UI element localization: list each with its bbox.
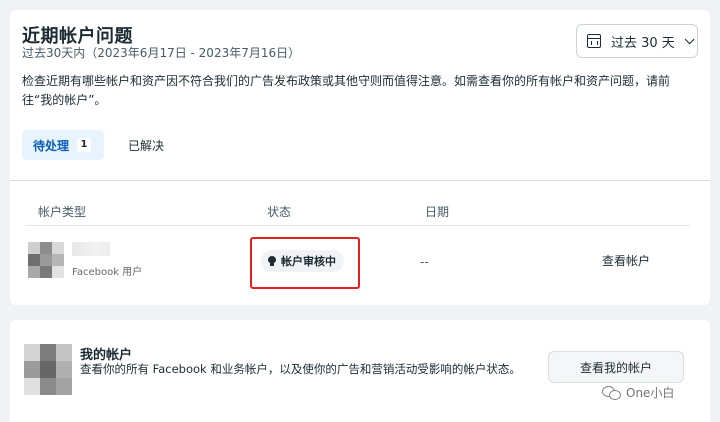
pending-count-badge: 1 — [77, 138, 92, 152]
tab-pending[interactable]: 待处理 1 — [22, 130, 104, 160]
view-my-account-button[interactable]: 查看我的帐户 — [548, 351, 684, 383]
tab-resolved-label: 已解决 — [128, 138, 165, 153]
avatar — [28, 242, 64, 278]
watermark: One小白 — [602, 384, 674, 401]
recent-issues-card: 近期帐户问题 过去30天内（2023年6月17日 - 2023年7月16日） 过… — [10, 10, 710, 305]
account-type-value: Facebook 用户 — [72, 267, 143, 278]
avatar — [24, 344, 72, 395]
issues-description: 检查近期有哪些帐户和资产因不符合我们的广告发布政策或其他守则而值得注意。如需查看… — [22, 74, 671, 107]
calendar-icon — [587, 34, 601, 48]
table-header-divider — [26, 225, 690, 226]
status-badge: 帐户审核中 — [261, 250, 344, 272]
my-account-description: 查看你的所有 Facebook 和业务帐户，以及使你的广告和营销活动受影响的帐户… — [80, 362, 521, 376]
column-header-status: 状态 — [267, 205, 292, 219]
lightbulb-icon — [268, 256, 276, 266]
tab-resolved[interactable]: 已解决 — [122, 130, 170, 160]
date-value: -- — [420, 255, 429, 269]
date-range-dropdown[interactable]: 过去 30 天 — [576, 24, 698, 58]
wechat-icon — [602, 385, 621, 400]
watermark-text: One小白 — [626, 386, 675, 400]
column-header-account-type: 帐户类型 — [38, 205, 87, 219]
divider — [10, 180, 710, 181]
view-account-link[interactable]: 查看帐户 — [602, 252, 650, 269]
chevron-down-icon — [684, 33, 695, 44]
column-header-date: 日期 — [425, 205, 450, 219]
status-label: 帐户审核中 — [281, 255, 336, 268]
date-range-subtitle: 过去30天内（2023年6月17日 - 2023年7月16日） — [22, 46, 301, 60]
tab-pending-label: 待处理 — [33, 138, 70, 153]
date-range-label: 过去 30 天 — [611, 35, 675, 51]
account-name-blurred — [72, 242, 110, 256]
my-account-card: 我的帐户 查看你的所有 Facebook 和业务帐户，以及使你的广告和营销活动受… — [10, 320, 710, 422]
